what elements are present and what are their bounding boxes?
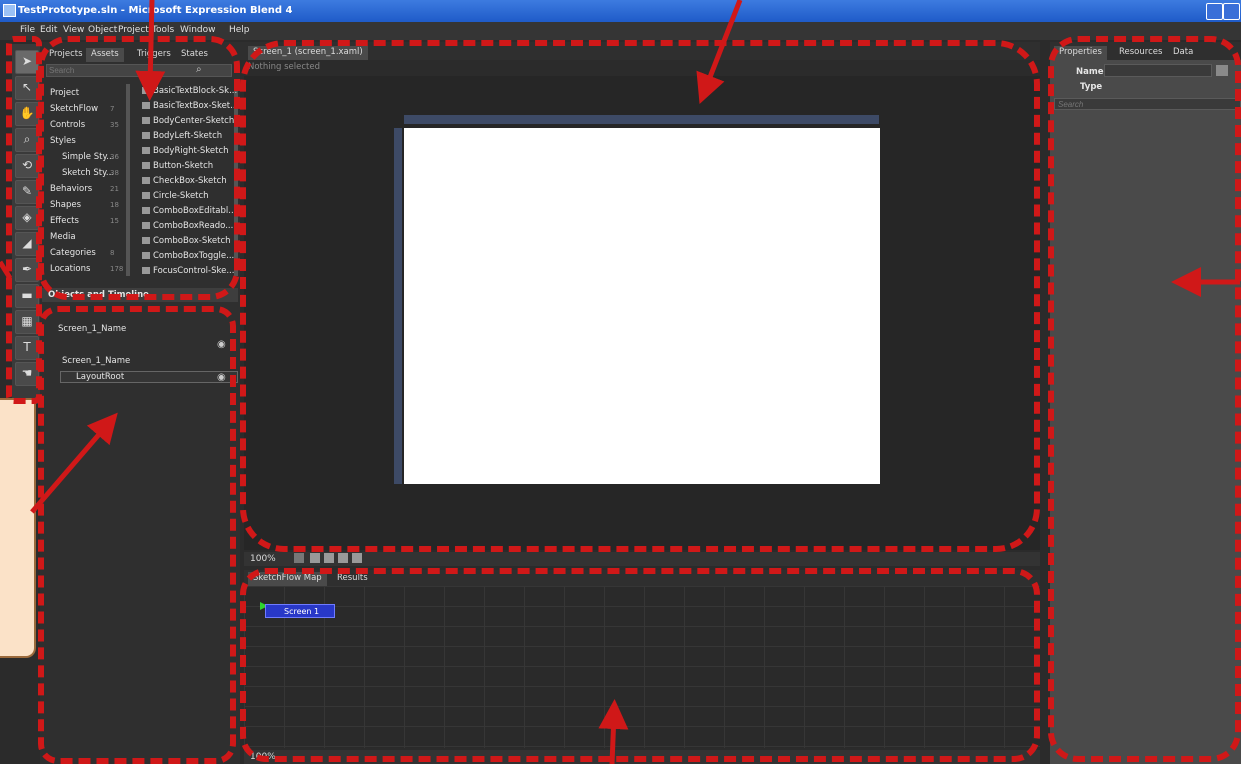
annotation-arrows bbox=[0, 0, 1240, 764]
arrow-toolbox bbox=[0, 260, 13, 280]
arrow-assets bbox=[135, 0, 166, 101]
arrow-canvas bbox=[696, 0, 743, 104]
arrow-objects bbox=[30, 412, 118, 514]
arrow-map bbox=[598, 699, 629, 764]
